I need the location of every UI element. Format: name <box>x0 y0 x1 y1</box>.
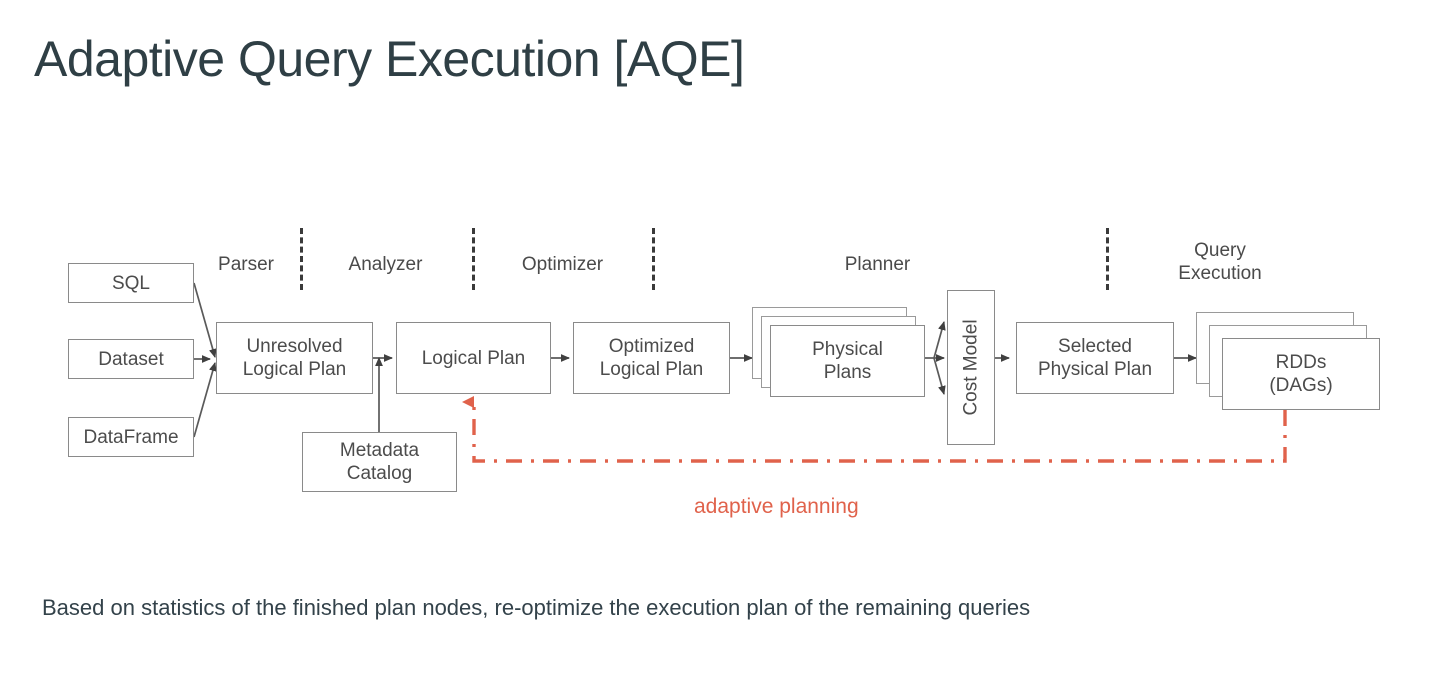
edge-physical-to-cost-1 <box>933 321 946 359</box>
edge-physical-to-cost-3 <box>933 357 946 395</box>
node-logical-plan[interactable]: Logical Plan <box>396 322 551 394</box>
node-selected-physical-plan[interactable]: Selected Physical Plan <box>1016 322 1174 394</box>
node-optimized-logical-plan[interactable]: Optimized Logical Plan <box>573 322 730 394</box>
node-dataset[interactable]: Dataset <box>68 339 194 379</box>
node-unresolved-logical-plan[interactable]: Unresolved Logical Plan <box>216 322 373 394</box>
node-metadata-catalog[interactable]: Metadata Catalog <box>302 432 457 492</box>
cost-model-label: Cost Model <box>960 319 982 416</box>
stage-label-planner: Planner <box>844 254 911 275</box>
stage-label-analyzer: Analyzer <box>348 254 423 275</box>
node-dataframe[interactable]: DataFrame <box>68 417 194 457</box>
stage-separator-2 <box>472 228 475 290</box>
slide-root: Adaptive Query Execution [AQE] Parser An… <box>0 0 1430 678</box>
edge-sql-to-unresolved <box>193 282 217 358</box>
stage-separator-4 <box>1106 228 1109 290</box>
node-physical-plans[interactable]: Physical Plans <box>770 325 925 397</box>
stage-label-query-execution: Query Execution <box>1178 240 1262 284</box>
aqe-pipeline-diagram: Parser Analyzer Optimizer Planner Query … <box>0 0 1430 560</box>
stage-label-parser: Parser <box>218 254 274 275</box>
adaptive-planning-feedback-path <box>462 396 1287 463</box>
node-sql[interactable]: SQL <box>68 263 194 303</box>
stage-separator-3 <box>652 228 655 290</box>
stage-label-optimizer: Optimizer <box>521 254 604 275</box>
node-rdds[interactable]: RDDs (DAGs) <box>1222 338 1380 410</box>
slide-caption: Based on statistics of the finished plan… <box>42 595 1031 620</box>
adaptive-planning-label: adaptive planning <box>694 495 859 518</box>
stage-separator-1 <box>300 228 303 290</box>
node-cost-model[interactable]: Cost Model <box>947 290 995 445</box>
edge-dataframe-to-unresolved <box>193 362 217 438</box>
